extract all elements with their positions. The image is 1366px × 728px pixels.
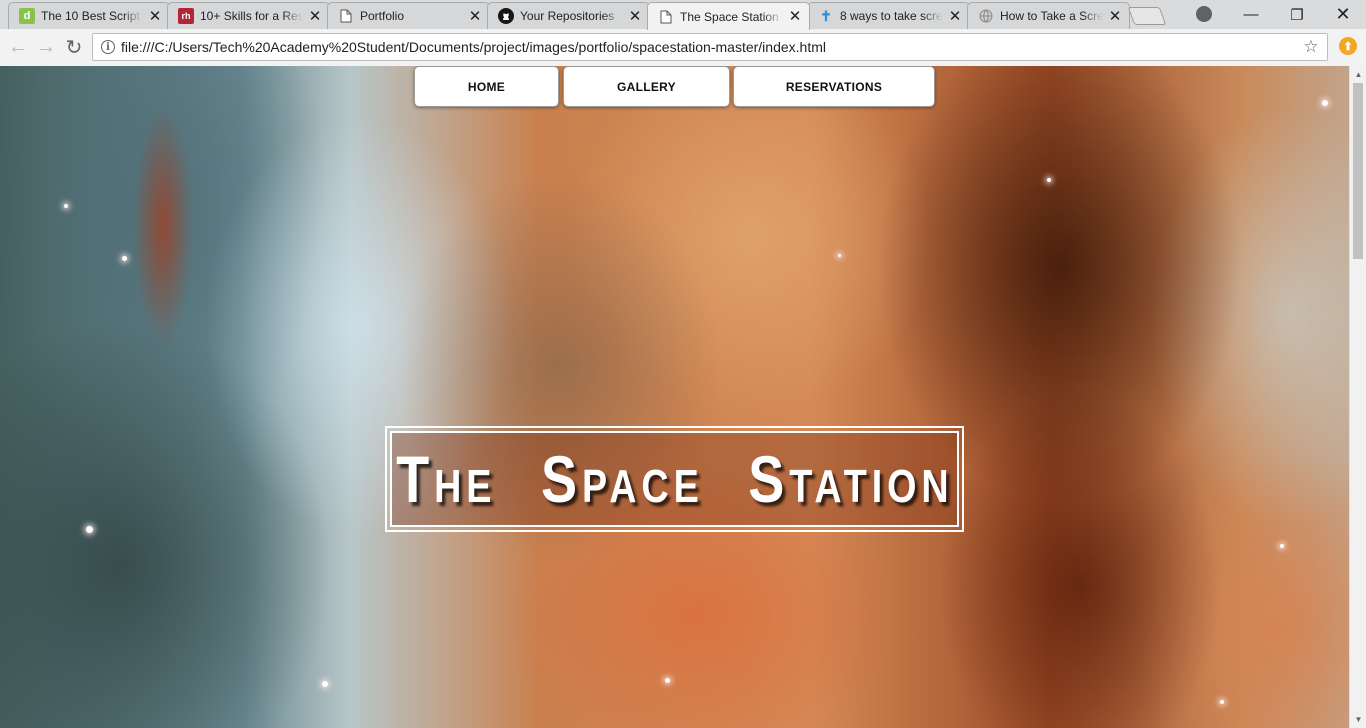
document-icon (658, 9, 674, 25)
tab-title: The Space Station (680, 9, 779, 24)
tab-title: 8 ways to take scre (840, 9, 943, 23)
extension-icon[interactable]: ⬆ (1339, 37, 1357, 55)
page-title: The Space Station (395, 442, 954, 516)
rh-logo-icon: rh (178, 8, 194, 24)
close-icon[interactable]: ✕ (147, 8, 163, 24)
tab-title: Your Repositories (520, 9, 615, 23)
document-icon (338, 8, 354, 24)
nav-reservations-button[interactable]: RESERVATIONS (733, 66, 935, 107)
globe-icon (978, 8, 994, 24)
vertical-scrollbar[interactable]: ▲ ▼ (1349, 66, 1366, 728)
star (64, 204, 68, 208)
forward-button[interactable]: → (32, 29, 60, 66)
star (838, 254, 841, 257)
browser-tab-4[interactable]: Your Repositories ✕ (487, 2, 650, 29)
close-icon[interactable]: ✕ (467, 8, 483, 24)
star (665, 678, 670, 683)
title-frame: The Space Station (385, 426, 964, 532)
tab-title: How to Take a Scre (1000, 9, 1103, 23)
bookmark-star-icon[interactable]: ☆ (1299, 37, 1323, 57)
scroll-thumb[interactable] (1353, 83, 1363, 259)
scroll-up-arrow-icon[interactable]: ▲ (1350, 66, 1366, 83)
cross-icon: ✝ (820, 7, 832, 24)
close-icon[interactable]: ✕ (947, 8, 963, 24)
star (86, 526, 93, 533)
close-window-button[interactable]: ✕ (1320, 0, 1366, 29)
star (322, 681, 328, 687)
close-icon[interactable]: ✕ (1107, 8, 1123, 24)
browser-tab-7[interactable]: How to Take a Scre ✕ (967, 2, 1130, 29)
minimize-button[interactable]: — (1228, 0, 1274, 29)
nebula-pillar (118, 66, 208, 396)
browser-toolbar: ← → ↻ i file:///C:/Users/Tech%20Academy%… (0, 29, 1366, 67)
info-icon[interactable]: i (101, 40, 115, 54)
browser-tab-1[interactable]: d The 10 Best Script ✕ (8, 2, 170, 29)
new-tab-button[interactable] (1127, 7, 1167, 25)
star (1047, 178, 1051, 182)
tab-title: The 10 Best Script (41, 9, 140, 23)
tab-title: 10+ Skills for a Res (200, 9, 303, 23)
d-logo-icon: d (19, 8, 35, 24)
tab-title: Portfolio (360, 9, 405, 23)
browser-tab-6[interactable]: ✝ 8 ways to take scre ✕ (807, 2, 970, 29)
browser-tab-5-active[interactable]: The Space Station ✕ (647, 2, 810, 30)
github-icon (498, 8, 514, 24)
scroll-down-arrow-icon[interactable]: ▼ (1350, 711, 1366, 728)
reload-button[interactable]: ↻ (60, 29, 88, 66)
star (122, 256, 127, 261)
tab-strip: d The 10 Best Script ✕ rh 10+ Skills for… (0, 0, 1366, 30)
nav-gallery-button[interactable]: GALLERY (563, 66, 730, 107)
profile-icon[interactable] (1196, 6, 1212, 22)
restore-button[interactable]: ❐ (1274, 0, 1320, 29)
address-bar[interactable]: i file:///C:/Users/Tech%20Academy%20Stud… (92, 33, 1328, 61)
page-viewport: HOME GALLERY RESERVATIONS The Space Stat… (0, 66, 1349, 728)
close-icon[interactable]: ✕ (627, 8, 643, 24)
close-icon[interactable]: ✕ (787, 9, 803, 25)
star (1280, 544, 1284, 548)
back-button[interactable]: ← (4, 29, 32, 66)
nav-home-button[interactable]: HOME (414, 66, 559, 107)
title-inner-frame: The Space Station (390, 431, 959, 527)
browser-tab-2[interactable]: rh 10+ Skills for a Res ✕ (167, 2, 330, 29)
browser-tab-3[interactable]: Portfolio ✕ (327, 2, 490, 29)
url-text[interactable]: file:///C:/Users/Tech%20Academy%20Studen… (121, 39, 1299, 55)
site-nav: HOME GALLERY RESERVATIONS (0, 66, 1349, 108)
close-icon[interactable]: ✕ (307, 8, 323, 24)
star (1220, 700, 1224, 704)
